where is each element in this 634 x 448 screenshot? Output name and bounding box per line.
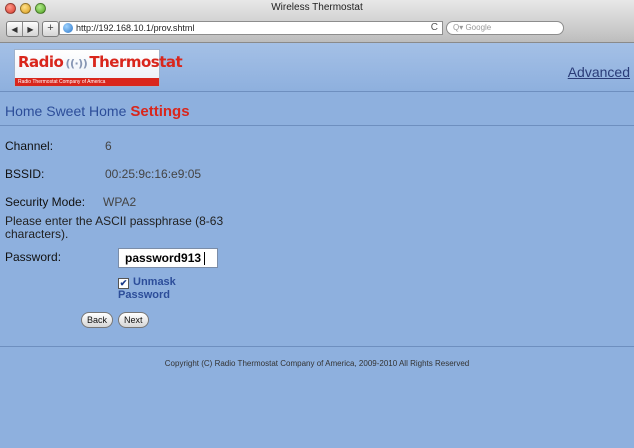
breadcrumb-divider	[0, 125, 634, 126]
browser-window: Wireless Thermostat ◀ ▶ + http://192.168…	[0, 0, 634, 448]
address-url[interactable]: http://192.168.10.1/prov.shtml	[76, 23, 194, 33]
security-mode-value: WPA2	[103, 195, 137, 209]
logo-tagline: Radio Thermostat Company of America	[15, 78, 159, 86]
breadcrumb-settings: Settings	[130, 103, 190, 120]
browser-chrome: Wireless Thermostat ◀ ▶ + http://192.168…	[0, 0, 634, 43]
channel-label: Channel:	[5, 139, 54, 153]
logo-wordmark: Radio ((·)) Thermostat	[18, 53, 183, 71]
advanced-link[interactable]: Advanced	[568, 64, 630, 80]
footer-divider	[0, 346, 634, 347]
globe-icon	[63, 23, 73, 33]
page-content: Radio ((·)) Thermostat Radio Thermostat Co…	[0, 43, 634, 448]
security-mode-label: Security Mode:	[5, 195, 86, 209]
unmask-checkbox[interactable]: ✔	[118, 278, 129, 289]
radio-tower-icon: ((·))	[65, 57, 88, 70]
bssid-value: 00:25:9c:16:e9:05	[105, 167, 202, 181]
window-title: Wireless Thermostat	[271, 2, 363, 13]
unmask-label-line2[interactable]: Password	[118, 289, 170, 301]
address-bar[interactable]: http://192.168.10.1/prov.shtml C	[59, 21, 443, 35]
forward-arrow-icon[interactable]: ▶	[22, 22, 38, 36]
reload-icon[interactable]: C	[431, 22, 438, 34]
password-value[interactable]: password913	[125, 251, 201, 265]
passphrase-instructions: Please enter the ASCII passphrase (8-63 …	[5, 214, 224, 241]
password-field[interactable]: password913	[118, 248, 218, 268]
back-arrow-icon[interactable]: ◀	[7, 22, 22, 36]
add-bookmark-button[interactable]: +	[42, 21, 59, 37]
copyright-notice: Copyright (C) Radio Thermostat Company o…	[164, 359, 470, 368]
unmask-password-option[interactable]: ✔ Unmask Password	[118, 276, 176, 302]
password-label: Password:	[5, 250, 62, 264]
search-field[interactable]: Q▾ Google	[446, 21, 564, 35]
text-cursor	[204, 252, 206, 266]
logo-text-thermostat: Thermostat	[89, 53, 183, 71]
unmask-label-line1[interactable]: Unmask	[133, 276, 176, 288]
header-divider	[0, 91, 634, 92]
bssid-label: BSSID:	[5, 167, 45, 181]
radio-thermostat-logo: Radio ((·)) Thermostat Radio Thermostat Co…	[14, 49, 183, 87]
back-button[interactable]: Back	[81, 312, 114, 328]
logo-text-radio: Radio	[18, 53, 64, 71]
history-nav: ◀ ▶	[6, 21, 39, 37]
next-button[interactable]: Next	[118, 312, 149, 328]
breadcrumb: Home Sweet Home Settings	[5, 103, 190, 120]
channel-value: 6	[105, 139, 112, 153]
breadcrumb-home[interactable]: Home Sweet Home	[5, 103, 126, 119]
